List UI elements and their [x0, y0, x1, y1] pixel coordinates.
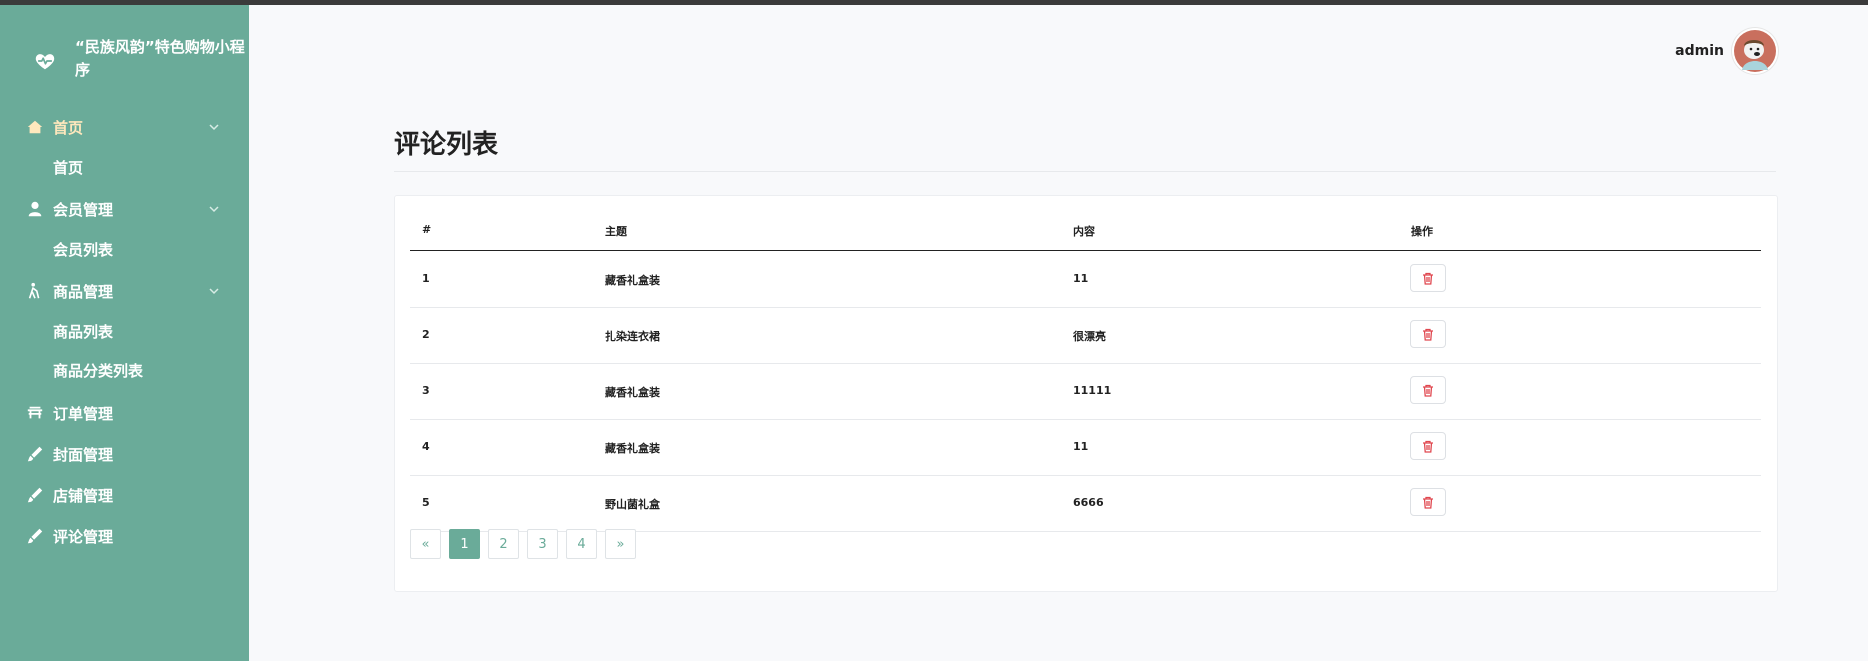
sidebar-item-home[interactable]: 首页 — [0, 112, 249, 142]
table-row: 4 藏香礼盒装 11 — [410, 419, 1761, 476]
column-header-index: # — [422, 223, 432, 236]
cell-subject: 藏香礼盒装 — [605, 274, 660, 287]
delete-button[interactable] — [1410, 320, 1446, 348]
cell-index: 3 — [422, 384, 430, 397]
chevron-down-icon — [209, 124, 219, 131]
cell-subject: 野山菌礼盒 — [605, 498, 660, 511]
sidebar-subitem-home[interactable]: 首页 — [53, 157, 83, 178]
cell-index: 4 — [422, 440, 430, 453]
cell-index: 2 — [422, 328, 430, 341]
user-menu[interactable]: admin — [1675, 28, 1778, 74]
brush-icon — [26, 486, 44, 504]
cell-content: 11 — [1073, 272, 1089, 285]
heart-pulse-icon — [35, 54, 55, 70]
sidebar: “民族风韵”特色购物小程序 首页 首页 会员管理 会员列表 商品管理 商品列表 … — [0, 5, 249, 661]
column-header-actions: 操作 — [1411, 225, 1433, 238]
table-row: 2 扎染连衣裙 很漂亮 — [410, 307, 1761, 364]
cell-subject: 藏香礼盒装 — [605, 442, 660, 455]
column-header-subject: 主题 — [605, 225, 627, 238]
cell-content: 11 — [1073, 440, 1089, 453]
sidebar-item-label: 商品管理 — [53, 282, 114, 301]
cell-content: 11111 — [1073, 384, 1112, 397]
sidebar-item-label: 会员管理 — [53, 200, 114, 219]
cell-subject: 扎染连衣裙 — [605, 330, 660, 343]
avatar[interactable] — [1732, 28, 1778, 74]
sidebar-item-label: 店铺管理 — [53, 486, 114, 505]
delete-button[interactable] — [1410, 432, 1446, 460]
sidebar-item-label: 评论管理 — [53, 527, 114, 546]
bear-avatar-icon — [1734, 30, 1776, 72]
column-header-content: 内容 — [1073, 225, 1095, 238]
trash-icon — [1423, 384, 1433, 397]
sidebar-subitem-member-list[interactable]: 会员列表 — [53, 239, 113, 260]
pagination-page-2[interactable]: 2 — [488, 529, 519, 559]
chevron-down-icon — [209, 288, 219, 295]
delete-button[interactable] — [1410, 264, 1446, 292]
cell-content: 很漂亮 — [1073, 330, 1106, 343]
trash-icon — [1423, 440, 1433, 453]
walker-icon — [26, 282, 44, 300]
sidebar-item-products[interactable]: 商品管理 — [0, 276, 249, 306]
table-row: 5 野山菌礼盒 6666 — [410, 475, 1761, 532]
delete-button[interactable] — [1410, 376, 1446, 404]
cell-subject: 藏香礼盒装 — [605, 386, 660, 399]
sidebar-subitem-product-list[interactable]: 商品列表 — [53, 321, 113, 342]
sidebar-item-label: 首页 — [53, 118, 84, 137]
app-title: “民族风韵”特色购物小程序 — [75, 38, 245, 79]
sidebar-item-covers[interactable]: 封面管理 — [0, 439, 249, 469]
table-row: 1 藏香礼盒装 11 — [410, 251, 1761, 308]
sidebar-item-shops[interactable]: 店铺管理 — [0, 480, 249, 510]
sidebar-subitem-category-list[interactable]: 商品分类列表 — [53, 360, 143, 381]
trash-icon — [1423, 272, 1433, 285]
house-icon — [26, 118, 44, 136]
sidebar-item-members[interactable]: 会员管理 — [0, 194, 249, 224]
pagination-prev[interactable]: « — [410, 529, 441, 559]
pagination-page-4[interactable]: 4 — [566, 529, 597, 559]
username: admin — [1675, 43, 1724, 59]
cell-index: 1 — [422, 272, 430, 285]
trash-icon — [1423, 328, 1433, 341]
pagination-page-1[interactable]: 1 — [449, 529, 480, 559]
pagination-page-3[interactable]: 3 — [527, 529, 558, 559]
bench-icon — [26, 404, 44, 422]
cell-index: 5 — [422, 496, 430, 509]
page-title: 评论列表 — [394, 130, 499, 160]
chevron-down-icon — [209, 206, 219, 213]
table-row: 3 藏香礼盒装 11111 — [410, 363, 1761, 420]
delete-button[interactable] — [1410, 488, 1446, 516]
brush-icon — [26, 527, 44, 545]
sidebar-item-orders[interactable]: 订单管理 — [0, 398, 249, 428]
sidebar-item-comments[interactable]: 评论管理 — [0, 521, 249, 551]
user-icon — [26, 200, 44, 218]
window-top-bar — [0, 0, 1868, 5]
brush-icon — [26, 445, 44, 463]
title-divider — [394, 171, 1776, 172]
sidebar-item-label: 封面管理 — [53, 445, 114, 464]
comments-table-card: # 主题 内容 操作 1 藏香礼盒装 11 2 扎染连衣裙 很漂亮 3 藏香礼盒… — [394, 195, 1778, 592]
trash-icon — [1423, 496, 1433, 509]
sidebar-item-label: 订单管理 — [53, 404, 114, 423]
cell-content: 6666 — [1073, 496, 1104, 509]
pagination-next[interactable]: » — [605, 529, 636, 559]
pagination: « 1 2 3 4 » — [410, 529, 644, 559]
